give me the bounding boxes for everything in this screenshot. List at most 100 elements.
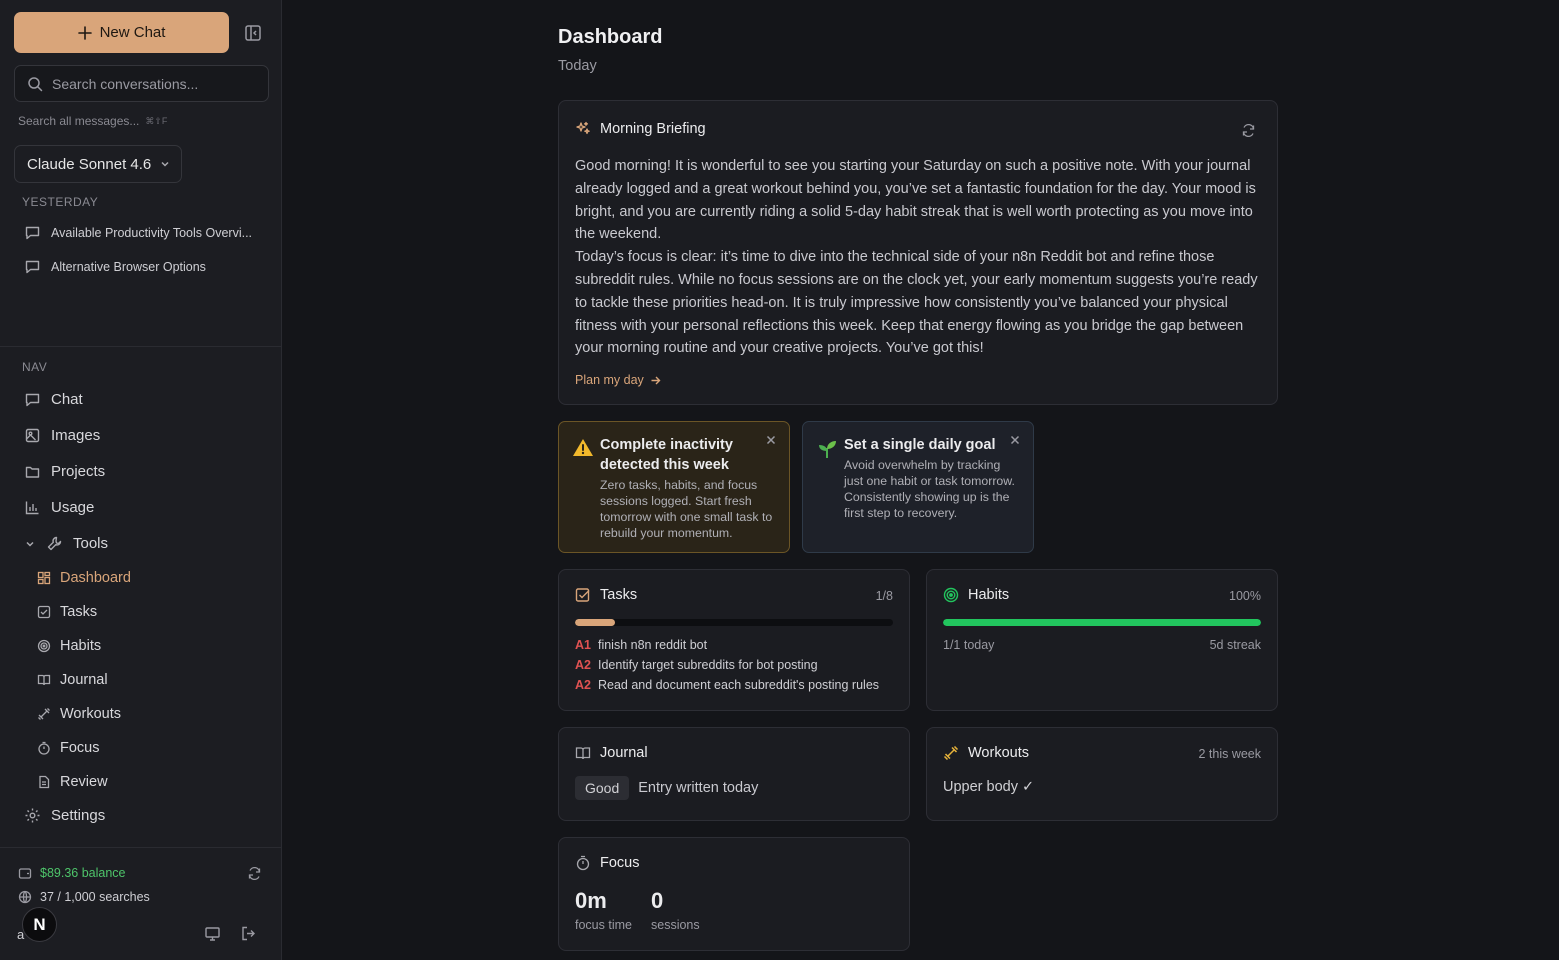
nav-item-images[interactable]: Images: [24, 427, 100, 444]
tasks-card[interactable]: Tasks 1/8 A1 finish n8n reddit bot A2 Id…: [558, 569, 910, 711]
nav-label: Workouts: [60, 706, 121, 722]
avatar[interactable]: N: [22, 907, 57, 942]
briefing-text: Good morning! It is wonderful to see you…: [575, 155, 1265, 360]
habits-streak: 5d streak: [1209, 638, 1261, 652]
close-icon[interactable]: [1009, 434, 1021, 446]
bar-chart-icon: [24, 499, 41, 516]
focus-sessions-stat: 0 sessions: [651, 888, 700, 932]
task-item[interactable]: A2 Identify target subreddits for bot po…: [575, 658, 818, 672]
conversation-item[interactable]: Available Productivity Tools Overvi...: [24, 224, 252, 241]
workouts-card[interactable]: Workouts 2 this week Upper body ✓: [926, 727, 1278, 821]
task-item[interactable]: A1 finish n8n reddit bot: [575, 638, 707, 652]
tasks-count: 1/8: [875, 589, 893, 603]
priority-badge: A2: [575, 658, 591, 672]
nav-item-settings[interactable]: Settings: [24, 807, 105, 824]
nav-label: Journal: [60, 672, 108, 688]
folder-icon: [24, 463, 41, 480]
monitor-icon[interactable]: [204, 925, 221, 942]
sidebar: New Chat Search all messages... ⌘⇧F Clau…: [0, 0, 282, 960]
logout-icon[interactable]: [240, 925, 257, 942]
plan-my-day-link[interactable]: Plan my day: [575, 373, 661, 387]
search-quota: 37 / 1,000 searches: [18, 890, 150, 904]
refresh-icon[interactable]: [247, 866, 262, 881]
card-header: Journal: [575, 745, 648, 761]
focus-sessions-label: sessions: [651, 918, 700, 932]
journal-status: Entry written today: [638, 780, 759, 796]
nav-item-review[interactable]: Review: [37, 774, 108, 790]
habits-progress-fill: [943, 619, 1261, 626]
chat-bubble-icon: [24, 224, 41, 241]
nav-item-focus[interactable]: Focus: [37, 740, 100, 756]
search-box: [14, 65, 269, 102]
task-text: finish n8n reddit bot: [597, 638, 708, 652]
card-header: Focus: [575, 855, 640, 871]
nav-label: Habits: [60, 638, 102, 654]
card-header: Morning Briefing: [575, 121, 706, 137]
habits-card[interactable]: Habits 100% 1/1 today 5d streak: [926, 569, 1278, 711]
nav-item-usage[interactable]: Usage: [24, 499, 94, 516]
image-icon: [24, 427, 41, 444]
section-label-yesterday: YESTERDAY: [22, 195, 99, 209]
searches-text: 37 / 1,000 searches: [40, 890, 150, 904]
refresh-icon[interactable]: [1241, 123, 1256, 138]
nav-item-projects[interactable]: Projects: [24, 463, 105, 480]
conversation-item[interactable]: Alternative Browser Options: [24, 258, 206, 275]
chevron-down-icon: [24, 538, 36, 550]
workouts-count: 2 this week: [1198, 747, 1261, 761]
search-input[interactable]: [52, 75, 252, 92]
search-all-label: Search all messages...: [18, 114, 140, 128]
focus-card[interactable]: Focus 0m focus time 0 sessions: [558, 837, 910, 951]
focus-time-stat: 0m focus time: [575, 888, 632, 932]
search-icon: [27, 76, 43, 92]
focus-time-label: focus time: [575, 918, 632, 932]
task-item[interactable]: A2 Read and document each subreddit's po…: [575, 678, 879, 692]
new-chat-label: New Chat: [99, 24, 166, 41]
search-all-messages-link[interactable]: Search all messages... ⌘⇧F: [18, 114, 167, 128]
new-chat-button[interactable]: New Chat: [14, 12, 229, 53]
plan-label: Plan my day: [575, 373, 644, 387]
nav-label: Projects: [51, 463, 106, 480]
workout-entry: Upper body ✓: [943, 779, 1035, 795]
dashboard-grid-icon: [37, 571, 51, 585]
journal-status-row: Good Entry written today: [575, 776, 758, 800]
card-header: Habits: [943, 587, 1009, 603]
book-icon: [37, 673, 51, 687]
card-title: Journal: [600, 745, 648, 761]
priority-badge: A1: [575, 638, 591, 652]
alert-title: Set a single daily goal: [844, 437, 996, 453]
chevron-down-icon: [159, 158, 171, 170]
sidebar-toggle-icon[interactable]: [243, 23, 263, 43]
morning-briefing-card: Morning Briefing Good morning! It is won…: [558, 100, 1278, 405]
warning-icon: [571, 436, 595, 460]
balance-text: $89.36 balance: [40, 866, 126, 880]
model-selector[interactable]: Claude Sonnet 4.6: [14, 145, 182, 183]
nav-item-chat[interactable]: Chat: [24, 391, 83, 408]
nav-label: Chat: [51, 391, 83, 408]
nav-item-journal[interactable]: Journal: [37, 672, 108, 688]
nav-item-habits[interactable]: Habits: [37, 638, 101, 654]
card-title: Tasks: [600, 587, 638, 603]
nav-label: Tasks: [60, 604, 98, 620]
page-subtitle: Today: [558, 58, 597, 74]
nav-item-workouts[interactable]: Workouts: [37, 706, 121, 722]
briefing-paragraph: Today’s focus is clear: it’s time to div…: [575, 249, 1258, 357]
card-header: Workouts: [943, 745, 1029, 761]
wallet-icon: [18, 866, 32, 880]
task-text: Identify target subreddits for bot posti…: [597, 658, 818, 672]
priority-badge: A2: [575, 678, 591, 692]
timer-icon: [37, 741, 51, 755]
nav-item-tasks[interactable]: Tasks: [37, 604, 97, 620]
conversation-title: Available Productivity Tools Overvi...: [51, 225, 253, 240]
nav-item-tools[interactable]: Tools: [24, 535, 108, 552]
shortcut-hint: ⌘⇧F: [145, 115, 168, 126]
habits-today: 1/1 today: [943, 638, 995, 652]
divider: [0, 847, 281, 848]
seedling-icon: [815, 436, 839, 460]
card-title: Morning Briefing: [600, 121, 706, 137]
target-icon: [37, 639, 51, 653]
nav-item-dashboard[interactable]: Dashboard: [37, 570, 131, 586]
nav-label: Review: [60, 774, 108, 790]
journal-card[interactable]: Journal Good Entry written today: [558, 727, 910, 821]
close-icon[interactable]: [765, 434, 777, 446]
document-icon: [37, 775, 51, 789]
